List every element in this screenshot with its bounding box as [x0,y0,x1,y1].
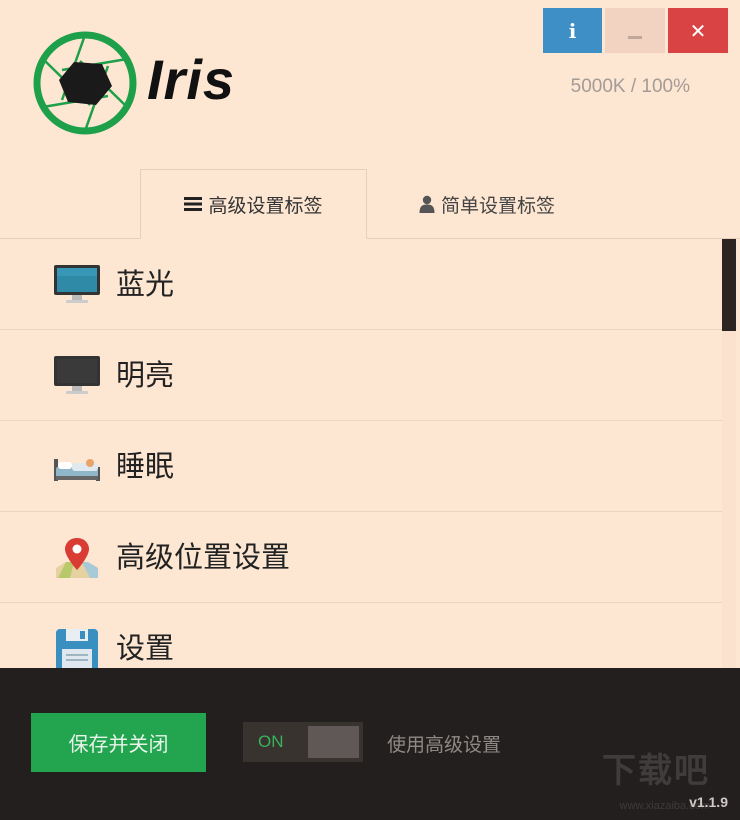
version-label: v1.1.9 [689,794,728,810]
map-pin-icon [56,538,98,578]
list-item-label: 蓝光 [116,267,175,301]
list-item-brightness[interactable]: 明亮 [0,330,722,421]
settings-list: 蓝光 明亮 睡眠 高级位置设置 设置 [0,239,722,668]
scrollbar-thumb[interactable] [722,239,736,331]
tab-label: 简单设置标签 [440,194,555,217]
save-and-close-button[interactable]: 保存并关闭 [31,713,206,772]
toggle-state-label: ON [258,732,284,751]
list-item-blue-light[interactable]: 蓝光 [0,239,722,330]
list-item-label: 设置 [116,631,175,665]
temperature-brightness-status: 5000K / 100% [570,76,690,97]
tab-simple-settings[interactable]: 简单设置标签 [367,169,607,239]
tab-advanced-settings[interactable]: 高级设置标签 [140,169,367,239]
app-name: Iris [147,48,236,111]
floppy-disk-icon [56,629,98,668]
close-button[interactable]: ✕ [668,8,728,53]
menu-icon [184,196,203,212]
iris-app-window: i ✕ Iris 5000K / 100% 高级设置标签 简单设置标签 蓝光 明… [0,0,740,820]
minimize-button[interactable] [605,8,665,53]
close-icon: ✕ [689,18,707,43]
monitor-dark-icon [54,356,100,394]
footer-bar: 保存并关闭 ON 使用高级设置 下载吧 www.xiazaiba.com v1.… [0,668,740,820]
list-item-advanced-location[interactable]: 高级位置设置 [0,512,722,603]
info-icon: i [568,18,577,43]
list-item-label: 明亮 [116,358,175,392]
watermark-logo: 下载吧 [602,751,710,791]
minimize-icon [628,36,642,39]
bed-icon [54,459,100,481]
tab-label: 高级设置标签 [208,194,323,217]
iris-logo-icon [33,31,137,135]
toggle-knob [308,726,359,758]
info-button[interactable]: i [543,8,602,53]
advanced-settings-label: 使用高级设置 [387,734,502,756]
list-scrollbar[interactable] [722,239,736,668]
list-item-sleep[interactable]: 睡眠 [0,421,722,512]
list-item-settings[interactable]: 设置 [0,603,722,668]
user-icon [419,195,435,213]
advanced-settings-toggle[interactable]: ON [243,722,363,762]
list-item-label: 睡眠 [116,449,175,483]
monitor-blue-icon [54,265,100,303]
list-item-label: 高级位置设置 [116,540,291,574]
